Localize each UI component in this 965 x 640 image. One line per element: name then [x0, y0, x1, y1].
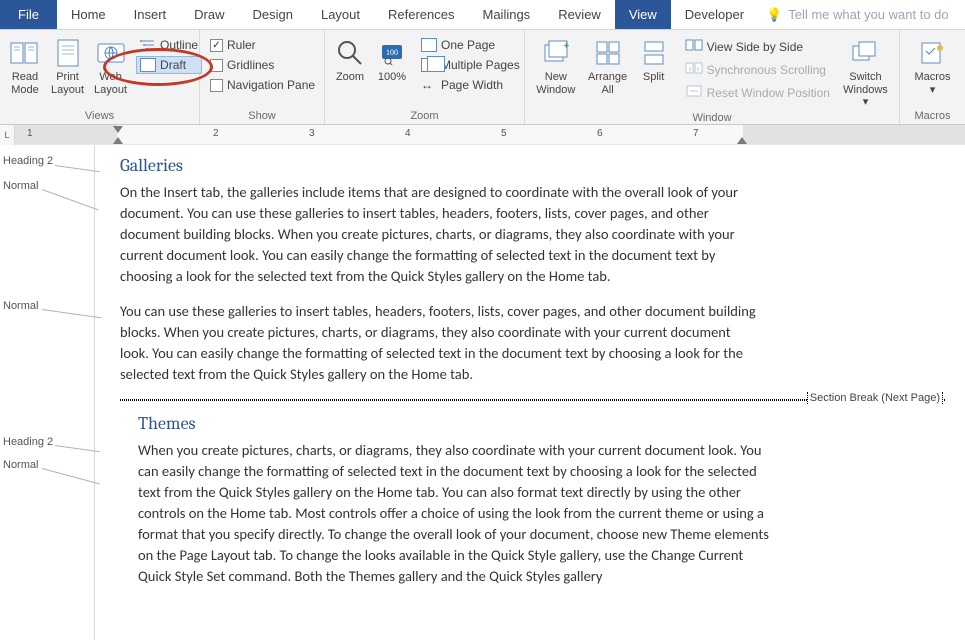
- paragraph: You can use these galleries to insert ta…: [120, 301, 760, 385]
- checkbox-icon: [210, 59, 223, 72]
- draft-button[interactable]: Draft: [136, 56, 202, 74]
- gridlines-checkbox[interactable]: Gridlines: [206, 56, 319, 74]
- ruler-row: L 1 2 3 4 5 6 7: [0, 125, 965, 145]
- macros-button[interactable]: Macros▾: [908, 34, 958, 99]
- one-page-button[interactable]: One Page: [417, 36, 524, 54]
- heading-themes: Themes: [138, 413, 945, 434]
- style-label-h2: Heading 2: [3, 155, 53, 167]
- ribbon: Read Mode Print Layout Web Layout: [0, 30, 965, 125]
- tab-layout[interactable]: Layout: [307, 0, 374, 29]
- ribbon-tabs: File Home Insert Draw Design Layout Refe…: [0, 0, 965, 30]
- tab-file[interactable]: File: [0, 0, 57, 29]
- svg-text:+: +: [563, 40, 569, 52]
- tab-design[interactable]: Design: [239, 0, 307, 29]
- new-window-button[interactable]: + New Window: [531, 34, 581, 99]
- zoom-100-button[interactable]: 100 100%: [373, 34, 411, 87]
- ruler-tab-selector[interactable]: L: [0, 125, 15, 145]
- switch-windows-icon: [849, 37, 881, 69]
- read-mode-button[interactable]: Read Mode: [6, 34, 44, 99]
- group-label-window: Window: [525, 112, 899, 126]
- multiple-pages-button[interactable]: Multiple Pages: [417, 56, 524, 74]
- lightbulb-icon: 💡: [766, 7, 782, 23]
- print-layout-icon: [52, 37, 84, 69]
- one-page-icon: [421, 38, 437, 52]
- macros-icon: [917, 37, 949, 69]
- style-label-normal: Normal: [3, 300, 38, 312]
- group-label-zoom: Zoom: [325, 110, 524, 124]
- reset-window-position-button[interactable]: Reset Window Position: [681, 82, 834, 103]
- tab-home[interactable]: Home: [57, 0, 120, 29]
- svg-text:100: 100: [386, 48, 398, 57]
- chevron-down-icon: ▾: [863, 96, 869, 108]
- ruler-checkbox[interactable]: Ruler: [206, 36, 319, 54]
- tab-review[interactable]: Review: [544, 0, 615, 29]
- tab-developer[interactable]: Developer: [671, 0, 758, 29]
- split-button[interactable]: Split: [635, 34, 673, 87]
- tell-me-search[interactable]: 💡 Tell me what you want to do: [758, 0, 949, 29]
- checkbox-icon: [210, 39, 223, 52]
- reset-window-icon: [685, 84, 703, 101]
- split-icon: [638, 37, 670, 69]
- zoom-100-icon: 100: [376, 37, 408, 69]
- zoom-button[interactable]: Zoom: [331, 34, 369, 87]
- tell-me-placeholder: Tell me what you want to do: [788, 7, 948, 22]
- synchronous-scrolling-button[interactable]: Synchronous Scrolling: [681, 59, 834, 80]
- group-label-views: Views: [0, 110, 199, 124]
- group-label-macros: Macros: [900, 110, 965, 124]
- page-width-icon: ↔: [421, 78, 437, 92]
- navigation-pane-checkbox[interactable]: Navigation Pane: [206, 76, 319, 94]
- draft-icon: [140, 58, 156, 72]
- section-break: Section Break (Next Page): [120, 399, 945, 401]
- style-label-h2: Heading 2: [3, 436, 53, 448]
- group-label-show: Show: [200, 110, 324, 124]
- heading-galleries: Galleries: [120, 155, 945, 176]
- tab-mailings[interactable]: Mailings: [469, 0, 545, 29]
- sync-scroll-icon: [685, 61, 703, 78]
- tab-references[interactable]: References: [374, 0, 468, 29]
- checkbox-icon: [210, 79, 223, 92]
- style-area-pane[interactable]: Heading 2 Normal Normal Heading 2 Normal: [0, 145, 95, 640]
- style-label-normal: Normal: [3, 459, 38, 471]
- outline-icon: [140, 38, 156, 52]
- view-side-by-side-button[interactable]: View Side by Side: [681, 36, 834, 57]
- outline-button[interactable]: Outline: [136, 36, 202, 54]
- new-window-icon: +: [540, 37, 572, 69]
- style-label-normal: Normal: [3, 180, 38, 192]
- document-body[interactable]: Galleries On the Insert tab, the galleri…: [95, 145, 965, 640]
- multiple-pages-icon: [421, 58, 437, 72]
- web-layout-icon: [95, 37, 127, 69]
- tab-insert[interactable]: Insert: [120, 0, 181, 29]
- arrange-all-icon: [592, 37, 624, 69]
- read-mode-icon: [9, 37, 41, 69]
- paragraph: On the Insert tab, the galleries include…: [120, 182, 760, 287]
- side-by-side-icon: [685, 38, 703, 55]
- workspace: Heading 2 Normal Normal Heading 2 Normal…: [0, 145, 965, 640]
- zoom-icon: [334, 37, 366, 69]
- switch-windows-button[interactable]: Switch Windows ▾: [838, 34, 893, 112]
- paragraph: When you create pictures, charts, or dia…: [138, 440, 778, 587]
- horizontal-ruler[interactable]: 1 2 3 4 5 6 7: [15, 125, 965, 144]
- web-layout-button[interactable]: Web Layout: [91, 34, 130, 99]
- page-width-button[interactable]: ↔ Page Width: [417, 76, 524, 94]
- tab-draw[interactable]: Draw: [180, 0, 238, 29]
- print-layout-button[interactable]: Print Layout: [48, 34, 87, 99]
- tab-view[interactable]: View: [615, 0, 671, 29]
- chevron-down-icon: ▾: [930, 84, 936, 96]
- arrange-all-button[interactable]: Arrange All: [585, 34, 631, 99]
